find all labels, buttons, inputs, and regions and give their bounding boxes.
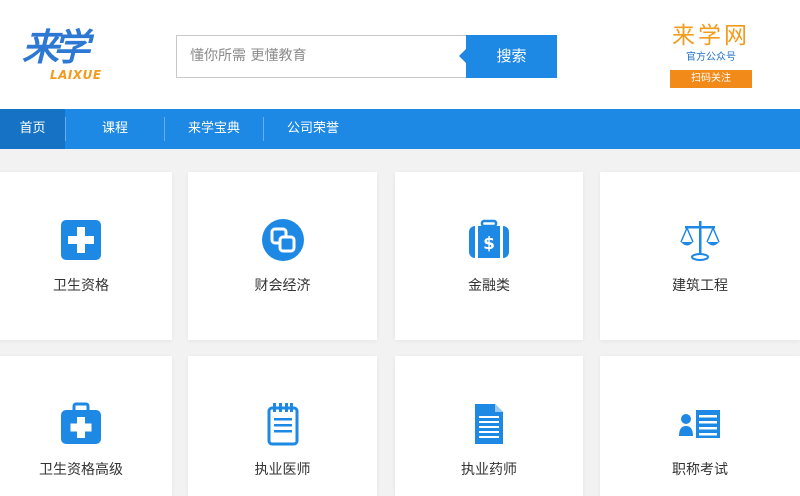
logo-text: 来学 <box>22 26 90 69</box>
nav-item-honors[interactable]: 公司荣誉 <box>264 109 362 149</box>
category-label: 卫生资格高级 <box>39 462 123 478</box>
category-label: 执业药师 <box>461 462 517 478</box>
notepad-icon <box>261 402 305 446</box>
coins-icon <box>261 218 305 262</box>
scan-follow-button[interactable]: 扫码关注 <box>670 70 752 88</box>
site-logo[interactable]: 来学 LAIXUE <box>22 28 112 86</box>
search-button[interactable]: 搜索 <box>459 35 557 78</box>
main-nav: 首页 课程 来学宝典 公司荣誉 <box>0 109 800 149</box>
category-label: 财会经济 <box>254 278 311 294</box>
nav-item-handbook[interactable]: 来学宝典 <box>165 109 263 149</box>
svg-text:$: $ <box>483 234 495 254</box>
category-card-professional-title[interactable]: 职称考试 <box>600 356 800 496</box>
category-card-financial[interactable]: $ 金融类 <box>395 172 583 340</box>
promo-subtitle: 官方公众号 <box>686 52 736 63</box>
category-label: 建筑工程 <box>672 278 728 294</box>
category-label: 金融类 <box>468 278 510 294</box>
category-label: 职称考试 <box>672 462 728 478</box>
nav-item-home[interactable]: 首页 <box>0 109 65 149</box>
category-label: 执业医师 <box>254 462 311 478</box>
nav-item-courses[interactable]: 课程 <box>66 109 164 149</box>
logo-subtext: LAIXUE <box>50 68 102 82</box>
document-icon <box>467 402 511 446</box>
search-bar: 懂你所需 更懂教育 搜索 <box>176 35 557 78</box>
category-card-practicing-pharmacist[interactable]: 执业药师 <box>395 356 583 496</box>
category-card-finance-accounting[interactable]: 财会经济 <box>188 172 377 340</box>
header: 来学 LAIXUE 懂你所需 更懂教育 搜索 来学网 官方公众号 扫码关注 <box>0 0 800 109</box>
promo-title: 来学网 <box>672 23 750 49</box>
medical-cross-icon <box>59 218 103 262</box>
category-card-construction[interactable]: 建筑工程 <box>600 172 800 340</box>
scales-icon <box>678 218 722 262</box>
search-input[interactable]: 懂你所需 更懂教育 <box>176 35 466 78</box>
category-card-practicing-physician[interactable]: 执业医师 <box>188 356 377 496</box>
medical-kit-icon <box>59 402 103 446</box>
category-card-health[interactable]: 卫生资格 <box>0 172 172 340</box>
category-card-health-senior[interactable]: 卫生资格高级 <box>0 356 172 496</box>
id-card-icon <box>678 402 722 446</box>
official-account-promo: 来学网 官方公众号 扫码关注 <box>666 22 756 88</box>
money-bag-icon: $ <box>467 218 511 262</box>
category-label: 卫生资格 <box>53 278 109 294</box>
